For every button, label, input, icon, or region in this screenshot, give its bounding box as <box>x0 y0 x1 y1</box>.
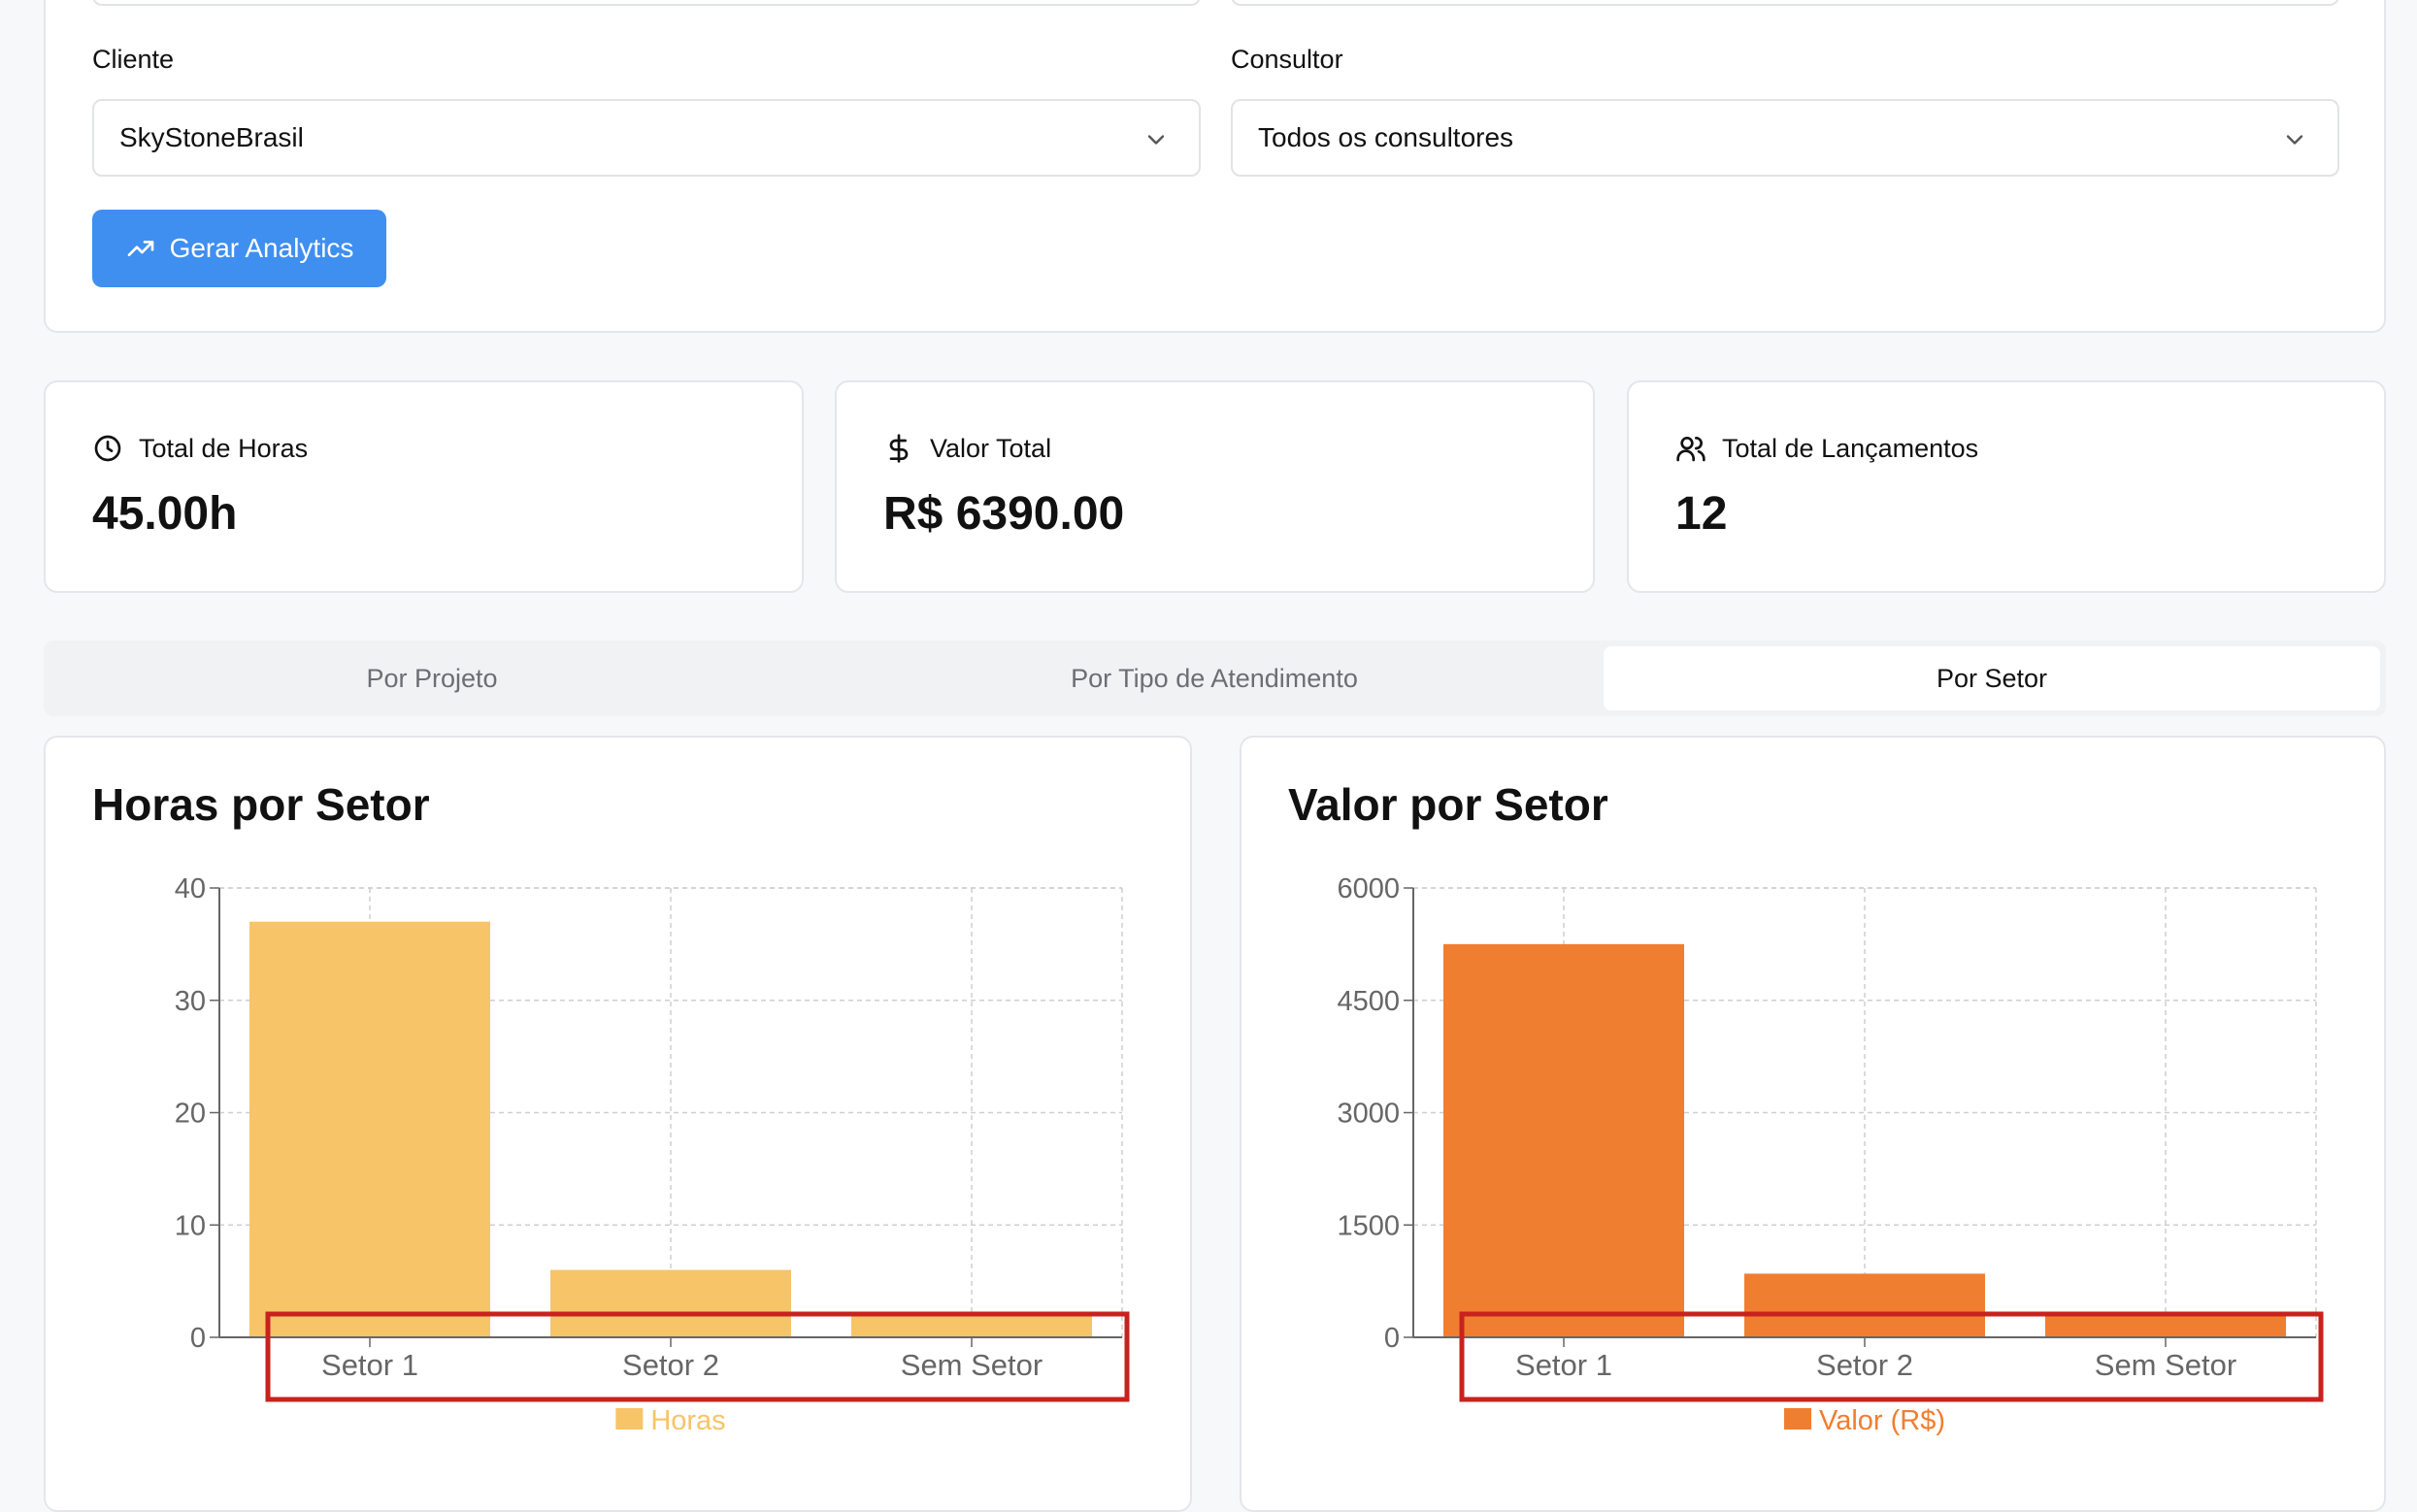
y-tick-label: 0 <box>190 1323 206 1354</box>
y-tick-label: 30 <box>175 986 206 1017</box>
client-value: SkyStoneBrasil <box>119 122 304 152</box>
stat-title: Valor Total <box>930 433 1052 463</box>
chart-card-value: Valor por Setor 0 1500 3000 4500 6000 Setor 1… <box>1240 736 2386 1512</box>
bar <box>2045 1315 2286 1337</box>
users-icon <box>1676 437 1705 462</box>
client-label: Cliente <box>92 45 175 74</box>
chevron-down-icon <box>1147 135 1165 145</box>
generate-analytics-label: Gerar Analytics <box>169 233 354 263</box>
stat-card-entries: Total de Lançamentos 12 <box>1627 380 2386 593</box>
x-tick-label: Setor 2 <box>1816 1348 1913 1382</box>
stat-title-row: Valor Total <box>883 433 1051 464</box>
x-tick-label: Setor 2 <box>622 1348 719 1382</box>
y-tick-label: 20 <box>175 1099 206 1130</box>
bar <box>550 1269 791 1337</box>
x-tick-label: Setor 1 <box>1515 1348 1612 1382</box>
generate-analytics-button[interactable]: Gerar Analytics <box>92 210 386 287</box>
y-tick-label: 1500 <box>1337 1210 1400 1241</box>
consultant-select[interactable]: Todos os consultores <box>1231 99 2339 177</box>
stat-title-row: Total de Horas <box>92 433 308 464</box>
consultant-value: Todos os consultores <box>1258 122 1514 152</box>
top-field-right[interactable] <box>1231 0 2339 6</box>
x-tick-label: Sem Setor <box>2095 1348 2236 1382</box>
chevron-down-icon <box>2286 135 2303 145</box>
y-tick-label: 10 <box>175 1210 206 1241</box>
stat-title: Total de Horas <box>139 433 309 463</box>
stat-value: 45.00h <box>92 488 238 540</box>
client-select[interactable]: SkyStoneBrasil <box>92 99 1201 177</box>
filters-card: Cliente SkyStoneBrasil Consultor Todos o… <box>44 0 2386 333</box>
stat-value: 12 <box>1675 488 1728 540</box>
bar <box>851 1314 1092 1337</box>
top-field-left[interactable] <box>92 0 1201 6</box>
x-tick-label: Sem Setor <box>901 1348 1043 1382</box>
hours-bar-chart: 0 10 20 30 40 Setor 1 Setor 2 Sem Setor Horas <box>175 873 1130 1436</box>
consultant-label: Consultor <box>1231 45 1343 74</box>
tab-por-projeto[interactable]: Por Projeto <box>50 646 814 710</box>
y-tick-label: 3000 <box>1337 1099 1400 1130</box>
tab-por-tipo-de-atendimento[interactable]: Por Tipo de Atendimento <box>832 646 1597 710</box>
stat-title: Total de Lançamentos <box>1722 433 1979 463</box>
legend-label: Horas <box>650 1405 725 1436</box>
y-tick-label: 0 <box>1384 1323 1400 1354</box>
trending-up-icon <box>127 241 153 256</box>
stat-title-row: Total de Lançamentos <box>1675 433 1978 464</box>
stat-card-hours: Total de Horas 45.00h <box>44 380 804 593</box>
bar <box>1744 1273 1985 1337</box>
dollar-icon <box>889 434 909 463</box>
legend-swatch <box>615 1408 644 1430</box>
chart-card-hours: Horas por Setor 0 10 20 30 40 Setor 1 Setor 2S… <box>44 736 1192 1512</box>
stat-card-value: Valor Total R$ 6390.00 <box>835 380 1595 593</box>
tab-por-setor[interactable]: Por Setor <box>1604 646 2380 710</box>
y-tick-label: 40 <box>175 873 206 904</box>
clock-icon <box>94 435 121 462</box>
x-tick-label: Setor 1 <box>321 1348 418 1382</box>
legend-swatch <box>1784 1408 1811 1430</box>
bar <box>249 921 490 1337</box>
legend-label: Valor (R$) <box>1819 1405 1945 1436</box>
stat-value: R$ 6390.00 <box>883 488 1125 540</box>
y-tick-label: 4500 <box>1337 986 1400 1017</box>
y-tick-label: 6000 <box>1337 873 1400 904</box>
tabs-bar: Por Projeto Por Tipo de Atendimento Por … <box>44 641 2386 716</box>
value-bar-chart: 0 1500 3000 4500 6000 Setor 1 Setor 2 Sem Setor… <box>1337 873 2324 1436</box>
bar <box>1443 943 1684 1337</box>
